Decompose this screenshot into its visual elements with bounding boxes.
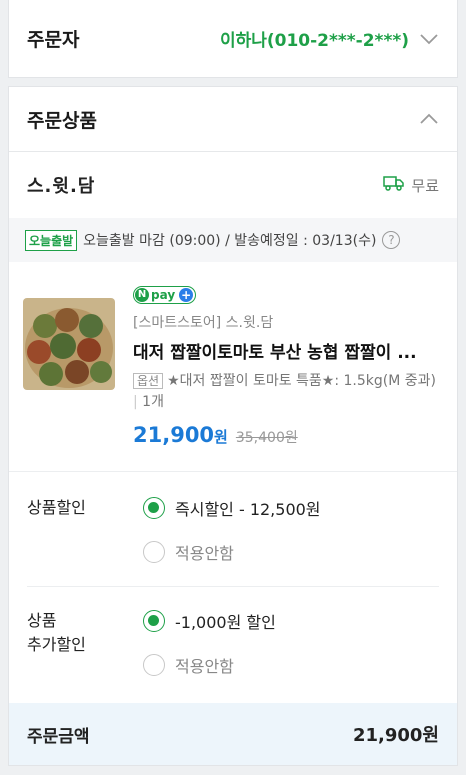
store-row: 스.윗.담 무료 <box>9 152 457 218</box>
product-discount: 상품할인 즉시할인 - 12,500원 적용안함 <box>9 472 457 586</box>
npay-label: pay <box>151 287 176 302</box>
order-item: N pay + [스마트스토어] 스.윗.담 대저 짭짤이토마토 부산 농협 짭… <box>9 262 457 472</box>
radio-label: 적용안함 <box>175 544 234 563</box>
truck-icon <box>383 175 405 195</box>
option-text: ★대저 짭짤이 토마토 특품★: 1.5kg(M 중과) <box>167 372 436 389</box>
product-section-header[interactable]: 주문상품 <box>9 87 457 152</box>
radio-option-instant-discount[interactable]: 즉시할인 - 12,500원 <box>143 496 439 520</box>
shipping-info: 무료 <box>383 175 439 196</box>
product-name[interactable]: 대저 짭짤이토마토 부산 농협 짭짤이 ... <box>133 338 439 363</box>
additional-discount-options: -1,000원 할인 적용안함 <box>143 609 439 701</box>
today-departure-badge: 오늘출발 <box>25 229 78 251</box>
original-price: 35,400원 <box>235 429 298 446</box>
product-section: 주문상품 스.윗.담 무료 오늘출발 오늘출발 마감 (09:00) / 발송예… <box>8 86 458 766</box>
npay-plus-badge: N pay + <box>133 285 197 304</box>
radio-option-not-apply[interactable]: 적용안함 <box>143 540 439 564</box>
sale-price: 21,900원 <box>133 422 228 447</box>
radio-label: 적용안함 <box>175 657 234 676</box>
option-tag: 옵션 <box>133 372 164 389</box>
product-thumbnail[interactable] <box>23 298 115 390</box>
shipping-notice: 오늘출발 오늘출발 마감 (09:00) / 발송예정일 : 03/13(수) … <box>9 218 457 262</box>
item-info: N pay + [스마트스토어] 스.윗.담 대저 짭짤이토마토 부산 농협 짭… <box>133 282 439 471</box>
shipping-cost: 무료 <box>411 176 439 195</box>
radio-button[interactable] <box>143 541 165 563</box>
order-total-label: 주문금액 <box>27 726 90 747</box>
product-discount-options: 즉시할인 - 12,500원 적용안함 <box>143 496 439 586</box>
product-option: 옵션 ★대저 짭짤이 토마토 특품★: 1.5kg(M 중과) | 1개 <box>133 372 436 410</box>
radio-option-1000-discount[interactable]: -1,000원 할인 <box>143 609 439 633</box>
radio-label: -1,000원 할인 <box>175 613 276 632</box>
product-section-title: 주문상품 <box>27 109 97 132</box>
chevron-up-icon[interactable] <box>419 109 439 129</box>
plus-icon: + <box>179 287 194 302</box>
quantity: 1개 <box>142 393 164 410</box>
radio-button-selected[interactable] <box>143 610 165 632</box>
naver-n-icon: N <box>135 287 149 302</box>
help-icon[interactable]: ? <box>382 231 401 249</box>
radio-button[interactable] <box>143 654 165 676</box>
radio-option-not-apply[interactable]: 적용안함 <box>143 653 439 677</box>
orderer-title: 주문자 <box>27 29 80 51</box>
additional-discount: 상품 추가할인 -1,000원 할인 적용안함 <box>9 587 457 701</box>
additional-discount-label: 상품 추가할인 <box>27 611 86 654</box>
store-name[interactable]: 스.윗.담 <box>27 172 95 198</box>
orderer-value: 이하나(010-2***-2***) <box>219 31 409 51</box>
price-row: 21,900원 35,400원 <box>133 423 439 447</box>
seller-name: [스마트스토어] 스.윗.담 <box>133 314 274 331</box>
order-total: 주문금액 21,900원 <box>9 703 457 765</box>
orderer-section[interactable]: 주문자 이하나(010-2***-2***) <box>8 0 458 78</box>
radio-button-selected[interactable] <box>143 497 165 519</box>
radio-label: 즉시할인 - 12,500원 <box>175 500 321 519</box>
product-discount-label: 상품할인 <box>27 498 86 517</box>
order-total-value: 21,900원 <box>352 725 439 746</box>
chevron-down-icon[interactable] <box>419 29 439 49</box>
shipping-notice-text: 오늘출발 마감 (09:00) / 발송예정일 : 03/13(수) <box>83 233 377 249</box>
